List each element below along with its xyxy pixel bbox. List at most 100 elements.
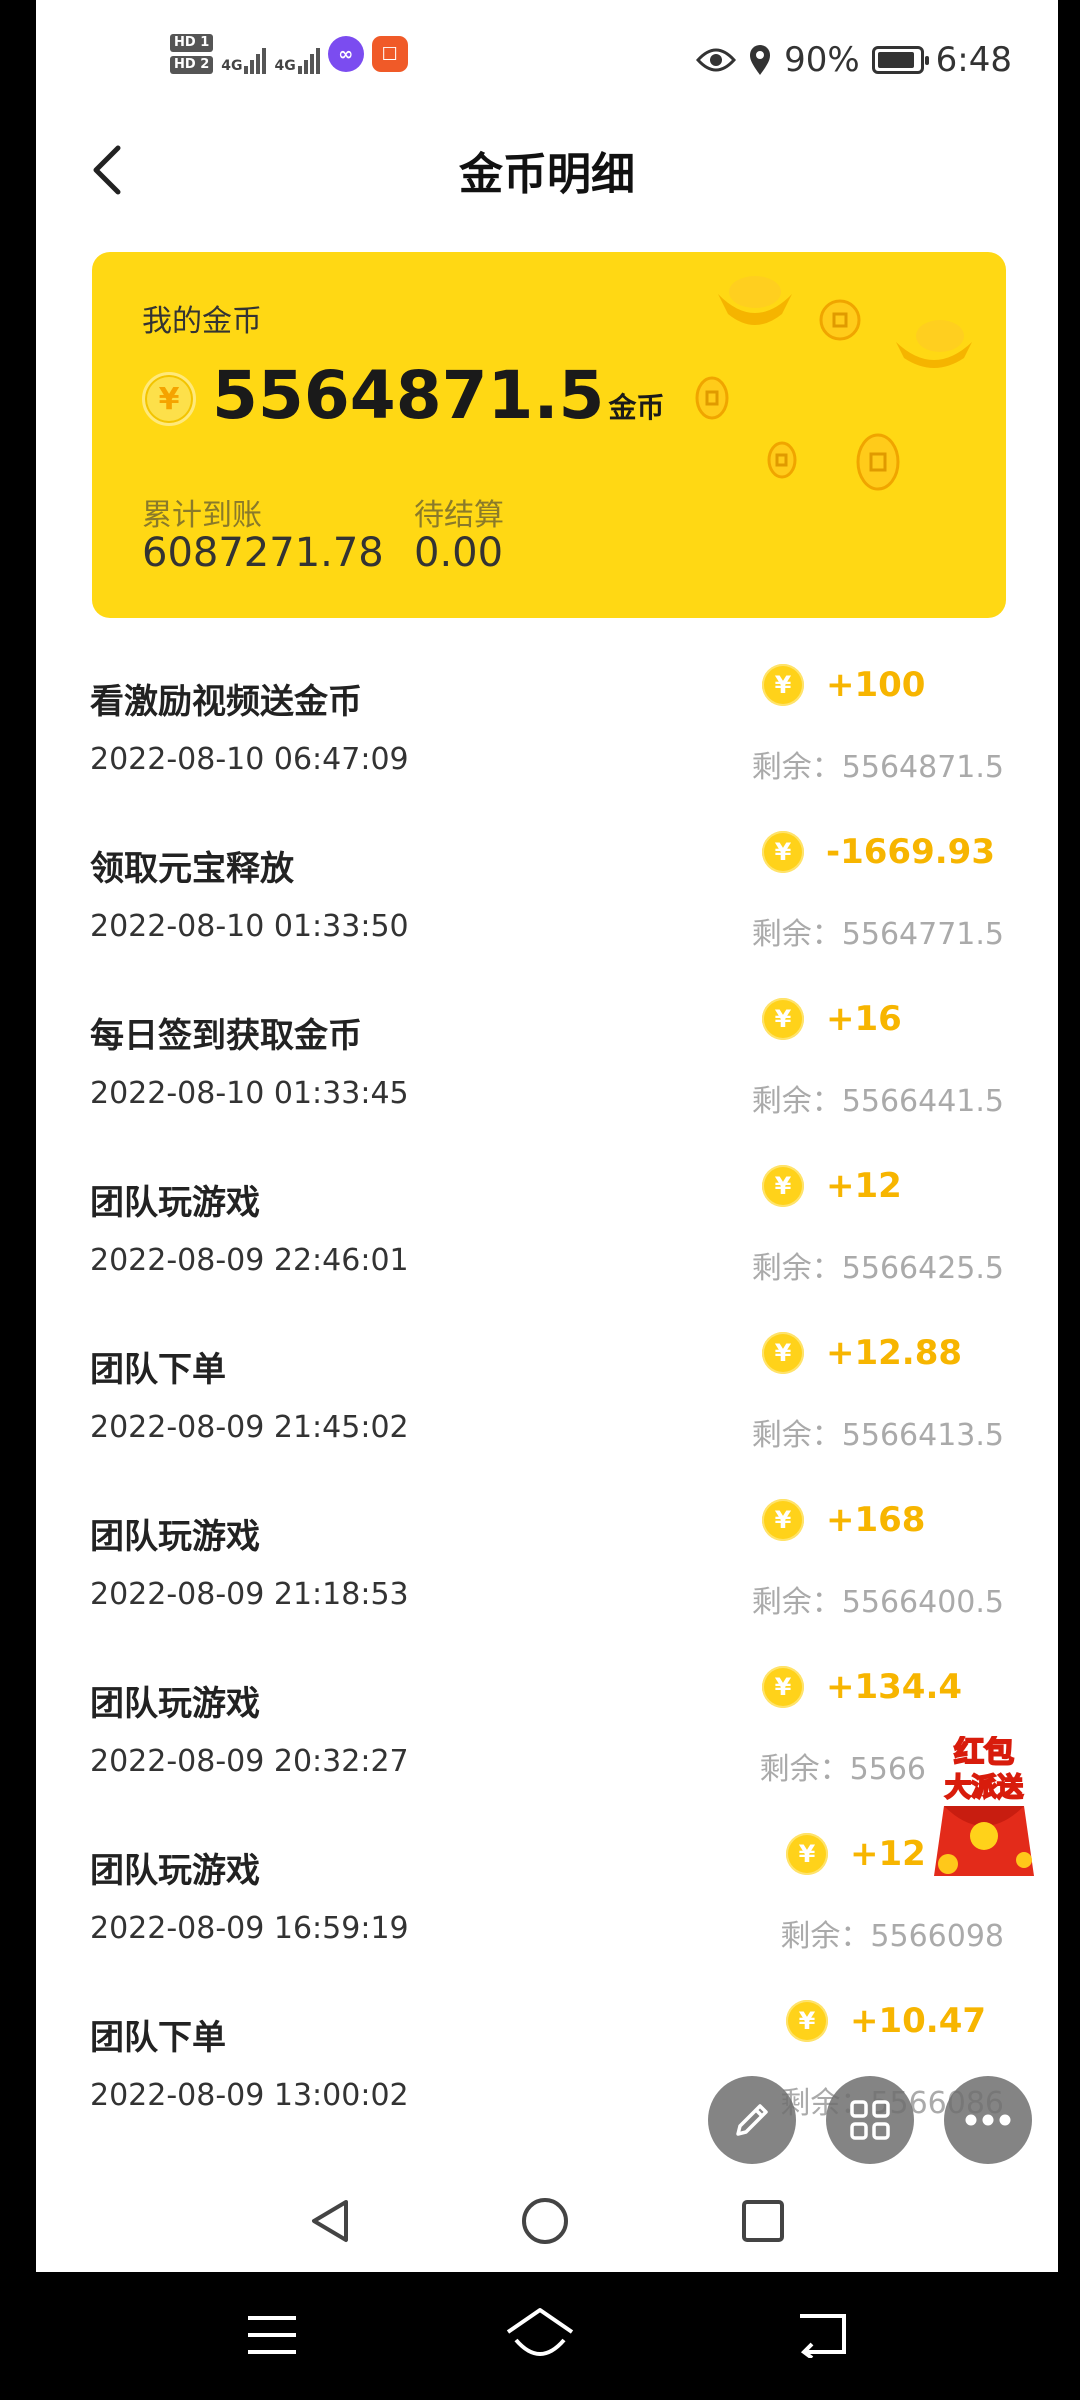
app-screen: HD 1 HD 2 4G 4G ∞ ☐ 90% 6:48 金币明细 我的金币 ¥… xyxy=(36,0,1058,2272)
clock: 6:48 xyxy=(935,40,1012,80)
amount-value: +168 xyxy=(826,1500,926,1540)
list-item: 团队玩游戏 ¥ +168 2022-08-09 21:18:53 剩余：55664… xyxy=(36,1469,1058,1636)
record-remaining: 剩余：5566098 xyxy=(780,1919,1004,1954)
list-item: 团队玩游戏 ¥ +12 2022-08-09 22:46:01 剩余：556642… xyxy=(36,1135,1058,1302)
menu-button[interactable] xyxy=(244,2312,300,2358)
page-title: 金币明细 xyxy=(459,149,635,200)
coin-icon: ¥ xyxy=(762,831,804,873)
status-right: 90% 6:48 xyxy=(696,40,1012,80)
record-remaining: 剩余：5566413.5 xyxy=(751,1418,1004,1453)
nav-home-button[interactable] xyxy=(520,2196,570,2246)
coin-balance: 5564871.5 xyxy=(212,357,605,434)
red-packet-icon: 红包 大派送 xyxy=(934,1734,1034,1876)
coin-icon: ¥ xyxy=(762,1332,804,1374)
list-item: 每日签到获取金币 ¥ +16 2022-08-10 01:33:45 剩余：556… xyxy=(36,968,1058,1135)
coin-decoration xyxy=(819,299,861,341)
record-time: 2022-08-09 16:59:19 xyxy=(90,1911,409,1946)
coin-icon: ¥ xyxy=(762,664,804,706)
signal-2-icon: 4G xyxy=(274,34,320,74)
list-item: 团队玩游戏 ¥ +134.4 2022-08-09 20:32:27 剩余：556… xyxy=(36,1636,1058,1803)
coin-icon: ¥ xyxy=(762,1499,804,1541)
red-packet-line2: 大派送 xyxy=(945,1773,1023,1803)
record-time: 2022-08-10 01:33:50 xyxy=(90,909,409,944)
record-time: 2022-08-10 01:33:45 xyxy=(90,1076,409,1111)
red-packet-promo-button[interactable]: 红包 大派送 xyxy=(914,1734,1054,1886)
coin-record-list: 看激励视频送金币 ¥ +100 2022-08-10 06:47:09 剩余：55… xyxy=(36,634,1058,2137)
net1-label: 4G xyxy=(221,58,243,74)
amount-value: +12 xyxy=(826,1166,902,1206)
record-amount: ¥ +100 xyxy=(762,664,925,706)
record-amount: ¥ +12.88 xyxy=(762,1332,962,1374)
net2-label: 4G xyxy=(274,58,296,74)
battery-percent: 90% xyxy=(784,40,860,80)
balance-row: ¥ 5564871.5 金币 xyxy=(142,356,664,436)
record-title: 看激励视频送金币 xyxy=(90,682,362,722)
gold-ingot-decoration xyxy=(896,320,972,368)
record-title: 每日签到获取金币 xyxy=(90,1016,362,1056)
record-time: 2022-08-09 21:18:53 xyxy=(90,1577,409,1612)
record-amount: ¥ +12 xyxy=(762,1165,902,1207)
coin-unit: 金币 xyxy=(608,391,665,424)
yen-coin-icon: ¥ xyxy=(142,372,196,426)
page-header: 金币明细 xyxy=(36,120,1058,230)
status-left: HD 1 HD 2 4G 4G ∞ ☐ xyxy=(170,34,408,74)
location-icon xyxy=(750,45,771,75)
list-item: 看激励视频送金币 ¥ +100 2022-08-10 06:47:09 剩余：55… xyxy=(36,634,1058,801)
status-bar: HD 1 HD 2 4G 4G ∞ ☐ 90% 6:48 xyxy=(36,0,1058,120)
nav-recents-button[interactable] xyxy=(740,2198,786,2244)
system-back-button[interactable] xyxy=(796,2308,852,2358)
list-item: 团队下单 ¥ +12.88 2022-08-09 21:45:02 剩余：5566… xyxy=(36,1302,1058,1469)
edit-button[interactable] xyxy=(708,2076,796,2164)
eye-icon xyxy=(696,48,737,72)
coin-icon: ¥ xyxy=(762,1666,804,1708)
amount-value: -1669.93 xyxy=(826,832,995,872)
app-notification-icon: ∞ xyxy=(327,36,364,72)
amount-value: +134.4 xyxy=(826,1667,963,1707)
edit-icon xyxy=(736,2104,768,2136)
record-title: 团队玩游戏 xyxy=(90,1517,260,1557)
record-time: 2022-08-09 22:46:01 xyxy=(90,1243,409,1278)
system-bar xyxy=(0,2272,1080,2400)
record-remaining: 剩余：5564771.5 xyxy=(751,917,1004,952)
amount-value: +16 xyxy=(826,999,902,1039)
record-amount: ¥ +10.47 xyxy=(786,2000,986,2042)
record-title: 领取元宝释放 xyxy=(90,849,294,889)
pending-label: 待结算 xyxy=(414,498,504,533)
coin-decoration xyxy=(695,376,729,420)
coin-decoration xyxy=(767,441,797,479)
coin-decoration xyxy=(856,433,900,491)
more-button[interactable] xyxy=(944,2076,1032,2164)
list-item: 团队玩游戏 ¥ +12 2022-08-09 16:59:19 剩余：556609… xyxy=(36,1803,1058,1970)
grid-icon xyxy=(850,2100,890,2140)
coin-icon: ¥ xyxy=(786,2000,828,2042)
amount-value: +12.88 xyxy=(826,1333,963,1373)
red-packet-line1: 红包 xyxy=(954,1736,1014,1770)
record-remaining: 剩余：5566425.5 xyxy=(751,1251,1004,1286)
record-amount: ¥ +134.4 xyxy=(762,1666,962,1708)
record-title: 团队玩游戏 xyxy=(90,1684,260,1724)
sim1-badge: HD 1 xyxy=(170,34,214,52)
record-remaining: 剩余：5566400.5 xyxy=(751,1585,1004,1620)
coin-balance-card: 我的金币 ¥ 5564871.5 金币 累计到账 6087271.78 待结算 … xyxy=(92,252,1006,618)
record-amount: ¥ +168 xyxy=(762,1499,925,1541)
list-item: 领取元宝释放 ¥ -1669.93 2022-08-10 01:33:50 剩余：… xyxy=(36,801,1058,968)
coin-icon: ¥ xyxy=(762,1165,804,1207)
record-time: 2022-08-09 13:00:02 xyxy=(90,2078,409,2113)
record-title: 团队玩游戏 xyxy=(90,1851,260,1891)
system-home-button[interactable] xyxy=(504,2306,576,2362)
grid-menu-button[interactable] xyxy=(826,2076,914,2164)
record-remaining: 剩余：5566 xyxy=(759,1752,926,1787)
nav-back-button[interactable] xyxy=(306,2196,356,2246)
record-time: 2022-08-10 06:47:09 xyxy=(90,742,409,777)
total-received-value: 6087271.78 xyxy=(142,530,384,576)
more-icon xyxy=(965,2114,1011,2126)
sim2-badge: HD 2 xyxy=(170,56,214,74)
amount-value: +100 xyxy=(826,665,926,705)
record-remaining: 剩余：5566441.5 xyxy=(751,1084,1004,1119)
app-notification-icon-2: ☐ xyxy=(371,36,408,72)
record-title: 团队下单 xyxy=(90,2018,226,2058)
navigation-bar xyxy=(36,2170,1058,2272)
signal-1-icon: 4G xyxy=(221,34,267,74)
pending-value: 0.00 xyxy=(414,530,504,576)
record-title: 团队玩游戏 xyxy=(90,1183,260,1223)
